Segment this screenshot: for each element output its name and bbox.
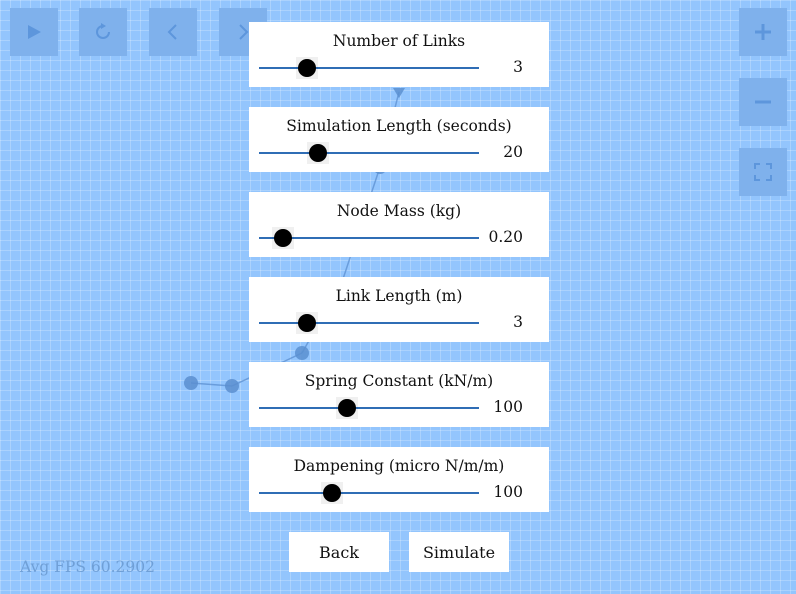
chain-node [295, 346, 309, 360]
slider-label: Number of Links [332, 32, 466, 50]
slider-label: Node Mass (kg) [336, 202, 462, 220]
slider-panel-spring-constant: Spring Constant (kN/m) 100 [249, 362, 549, 427]
fullscreen-icon [754, 163, 772, 181]
slider-value: 0.20 [488, 228, 523, 246]
slider-panel-number-of-links: Number of Links 3 [249, 22, 549, 87]
zoom-out-button[interactable] [739, 78, 787, 126]
slider-panel-simulation-length: Simulation Length (seconds) 20 [249, 107, 549, 172]
slider-label: Dampening (micro N/m/m) [293, 457, 505, 475]
chain-node [184, 376, 198, 390]
zoom-in-icon [755, 24, 771, 40]
slider-track[interactable] [259, 322, 479, 324]
slider-thumb[interactable] [338, 399, 356, 417]
forward-arrow-icon [239, 24, 249, 40]
zoom-in-button[interactable] [739, 8, 787, 56]
fps-counter: Avg FPS 60.2902 [20, 558, 155, 576]
reset-icon [96, 23, 110, 39]
slider-value: 100 [493, 398, 523, 416]
slider-panel-link-length: Link Length (m) 3 [249, 277, 549, 342]
slider-value: 100 [493, 483, 523, 501]
reset-button[interactable] [79, 8, 127, 56]
fullscreen-button[interactable] [739, 148, 787, 196]
slider-track[interactable] [259, 407, 479, 409]
play-icon [28, 25, 41, 39]
slider-track[interactable] [259, 152, 479, 154]
back-button[interactable]: Back [289, 532, 389, 572]
zoom-out-icon [755, 100, 771, 104]
chain-node [225, 379, 239, 393]
slider-value: 20 [503, 143, 523, 161]
slider-panel-dampening: Dampening (micro N/m/m) 100 [249, 447, 549, 512]
slider-panel-node-mass: Node Mass (kg) 0.20 [249, 192, 549, 257]
step-back-button[interactable] [149, 8, 197, 56]
slider-label: Link Length (m) [335, 287, 463, 305]
slider-value: 3 [513, 58, 523, 76]
simulate-button[interactable]: Simulate [409, 532, 509, 572]
slider-value: 3 [513, 313, 523, 331]
slider-track[interactable] [259, 492, 479, 494]
play-button[interactable] [10, 8, 58, 56]
anchor-icon [393, 88, 405, 98]
slider-label: Spring Constant (kN/m) [304, 372, 494, 390]
back-arrow-icon [167, 24, 177, 40]
slider-thumb[interactable] [322, 484, 341, 502]
slider-label: Simulation Length (seconds) [286, 117, 512, 135]
slider-track[interactable] [259, 67, 479, 69]
